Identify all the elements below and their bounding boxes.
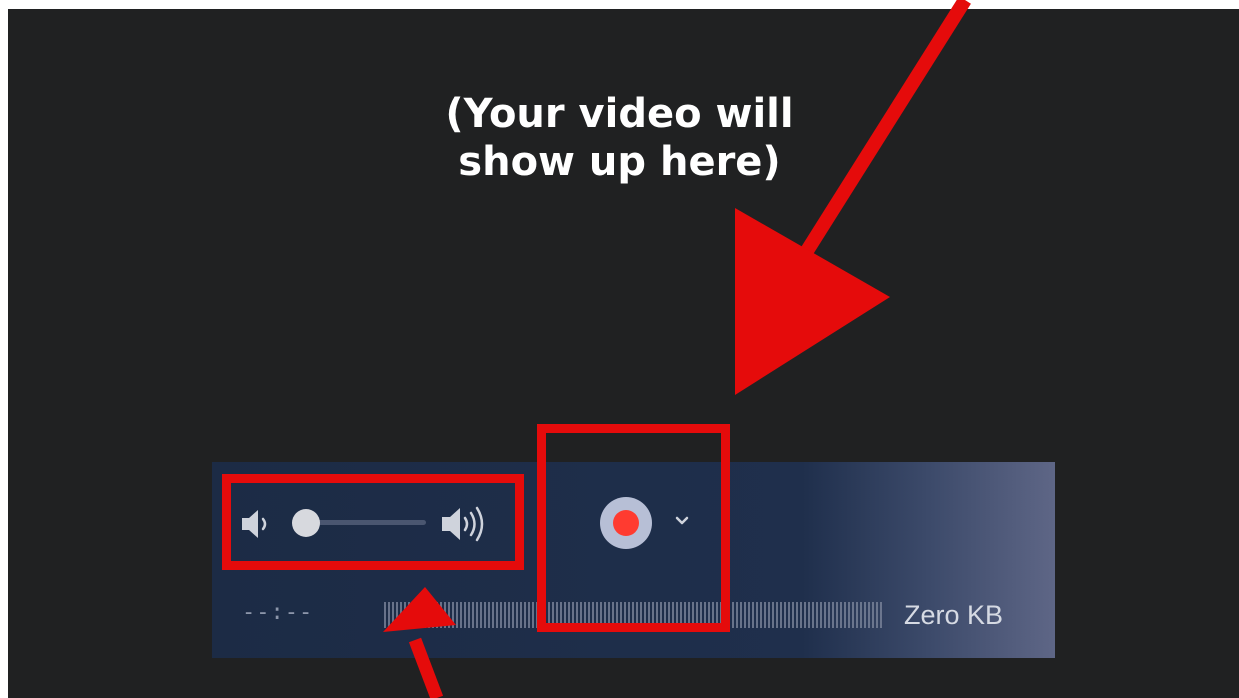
volume-arrow-shaft	[408, 637, 444, 698]
record-arrow-shaft	[794, 0, 971, 266]
volume-arrow-head	[383, 587, 456, 632]
annotation-arrows	[383, 0, 971, 698]
